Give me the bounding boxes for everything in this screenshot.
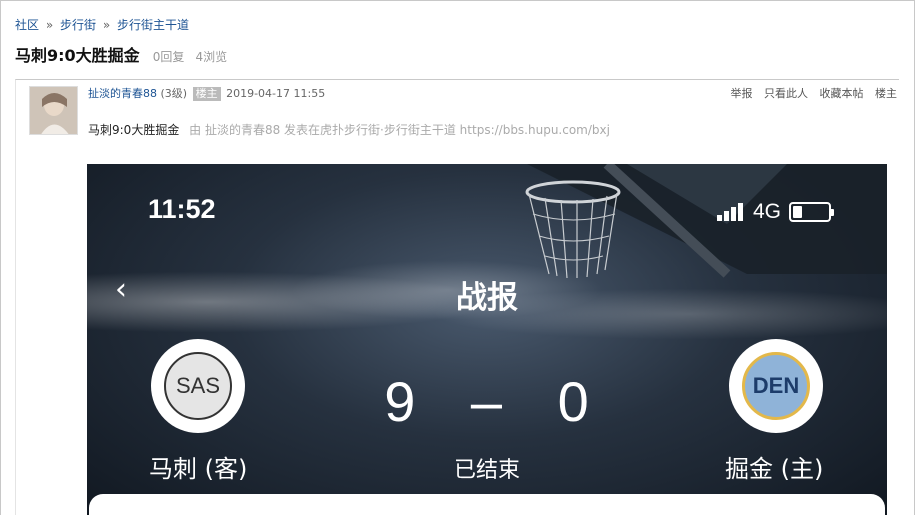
details-card — [89, 494, 885, 515]
signal-icon — [717, 203, 745, 221]
author-name[interactable]: 扯淡的青春88 — [88, 87, 157, 100]
op-badge: 楼主 — [192, 87, 221, 101]
reply-count: 0回复 — [152, 50, 185, 64]
score-dash: – — [470, 370, 504, 433]
network-type: 4G — [753, 200, 782, 223]
thread-title: 马刺9:0大胜掘金 — [15, 46, 140, 65]
breadcrumb: 社区 » 步行街 » 步行街主干道 — [15, 16, 189, 33]
post-subline: 马刺9:0大胜掘金 由 扯淡的青春88 发表在虎扑步行街·步行街主干道 http… — [88, 121, 610, 138]
report-link[interactable]: 举报 — [731, 87, 753, 100]
breadcrumb-street[interactable]: 步行街 — [60, 18, 96, 32]
battery-icon — [789, 202, 835, 222]
report-header: 战报 — [456, 280, 518, 316]
phone-time: 11:52 — [148, 194, 216, 224]
floor-label: 楼主 — [875, 87, 897, 100]
only-author-link[interactable]: 只看此人 — [764, 87, 808, 100]
author-level: (3级) — [160, 87, 188, 100]
breadcrumb-community[interactable]: 社区 — [15, 18, 39, 32]
post-image[interactable]: 11:52 4G ‹ 战报 SAS DEN 9 – 0 马刺 (客) 已结束 掘… — [87, 164, 887, 515]
avatar-image — [30, 87, 77, 134]
post-actions: 举报 只看此人 收藏本帖 楼主 — [723, 85, 898, 101]
view-count: 4浏览 — [195, 50, 228, 64]
home-team-name: 掘金 (主) — [725, 455, 824, 483]
post-timestamp: 2019-04-17 11:55 — [226, 87, 326, 100]
breadcrumb-separator: » — [102, 18, 111, 32]
post-body-title: 马刺9:0大胜掘金 — [88, 123, 180, 137]
breadcrumb-separator: » — [45, 18, 54, 32]
author-info: 扯淡的青春88 (3级) 楼主 2019-04-17 11:55 — [88, 85, 325, 101]
phone-status-bar: 4G — [717, 200, 835, 224]
thread-title-row: 马刺9:0大胜掘金 0回复 4浏览 — [15, 42, 227, 66]
favorite-link[interactable]: 收藏本帖 — [820, 87, 864, 100]
post-source: 由 扯淡的青春88 发表在虎扑步行街·步行街主干道 https://bbs.hu… — [189, 123, 610, 137]
scoreline: 9 – 0 — [87, 369, 887, 434]
away-score: 9 — [384, 370, 417, 433]
avatar[interactable] — [29, 86, 78, 135]
breadcrumb-main-street[interactable]: 步行街主干道 — [117, 18, 189, 32]
home-score: 0 — [557, 370, 590, 433]
